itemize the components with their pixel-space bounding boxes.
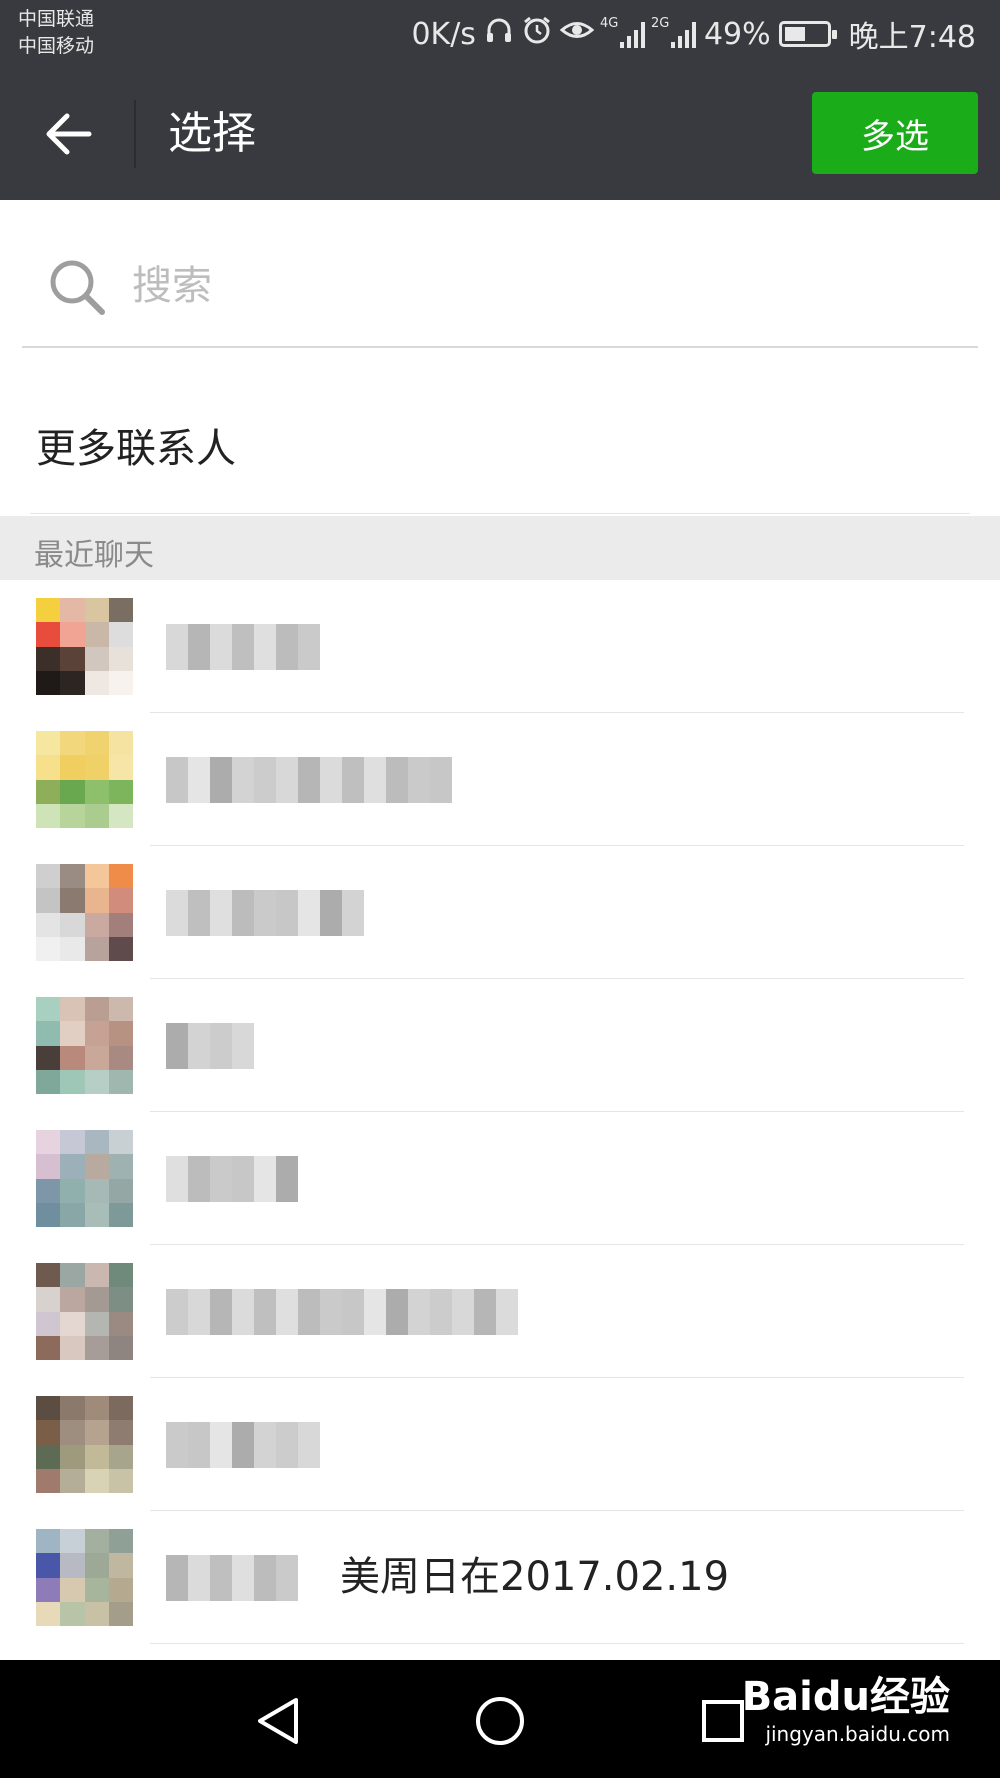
avatar: [36, 1529, 133, 1626]
battery-percent: 49%: [703, 16, 771, 52]
avatar: [36, 1263, 133, 1360]
network-type-1: 4G: [599, 16, 619, 31]
pixelated-name-mask: [166, 1289, 518, 1335]
search-icon: [48, 258, 106, 320]
pixelated-name-mask: [166, 624, 320, 670]
battery-icon: [778, 21, 837, 47]
eye-icon: [559, 15, 595, 53]
chat-name: 美周日在2017.02.19: [166, 1551, 729, 1603]
watermark-sub: jingyan.baidu.com: [765, 1722, 950, 1746]
chat-list-item[interactable]: [0, 1112, 1000, 1245]
divider: [30, 513, 970, 514]
network-speed: 0K/s: [411, 16, 476, 52]
avatar: [36, 1396, 133, 1493]
clock: 晚上7:48: [848, 20, 976, 55]
avatar: [36, 731, 133, 828]
chat-list-item[interactable]: [0, 580, 1000, 713]
alarm-icon: [522, 15, 552, 53]
carrier-2: 中国移动: [18, 35, 95, 57]
headphones-icon: [484, 15, 514, 53]
page-title: 选择: [168, 108, 256, 159]
chat-list-item[interactable]: [0, 846, 1000, 979]
multi-select-button[interactable]: 多选: [812, 92, 978, 174]
avatar: [36, 997, 133, 1094]
chat-list-item[interactable]: [0, 713, 1000, 846]
chat-list-item[interactable]: [0, 979, 1000, 1112]
search-input[interactable]: [132, 250, 932, 322]
pixelated-name-mask: [166, 890, 364, 936]
carrier-info: 中国联通 中国移动: [18, 6, 94, 60]
pixelated-name-mask: [166, 1023, 254, 1069]
avatar: [36, 864, 133, 961]
pixelated-name-mask: [166, 1156, 298, 1202]
title-divider: [134, 100, 136, 168]
recent-chats-header: 最近聊天: [0, 516, 1000, 580]
back-triangle-icon[interactable]: [250, 1694, 310, 1748]
pixelated-name-mask: [166, 757, 452, 803]
signal-4g-icon: 4G: [600, 16, 645, 48]
network-type-2: 2G: [650, 16, 670, 31]
more-contacts-item[interactable]: 更多联系人: [0, 380, 1000, 514]
baidu-watermark: Baidu经验 jingyan.baidu.com: [742, 1672, 950, 1746]
home-circle-icon[interactable]: [470, 1694, 530, 1748]
navigation-bar: Baidu经验 jingyan.baidu.com: [0, 1660, 1000, 1778]
carrier-1: 中国联通: [18, 8, 95, 30]
chat-list-item[interactable]: 美周日在2017.02.19: [0, 1511, 1000, 1644]
back-arrow-icon: [46, 113, 92, 155]
chat-list-item[interactable]: [0, 1378, 1000, 1511]
divider: [150, 1643, 964, 1644]
chat-list: 美周日在2017.02.19: [0, 580, 1000, 1644]
recent-chats-label: 最近聊天: [34, 538, 154, 573]
watermark-main: Baidu经验: [741, 1674, 950, 1720]
status-icons: 0K/s 4G 2G 49% 晚上7:48: [411, 12, 976, 56]
pixelated-name-mask: [166, 1422, 320, 1468]
battery-fill: [784, 27, 805, 41]
search-bar: [22, 228, 978, 348]
back-button[interactable]: [30, 98, 106, 170]
avatar: [36, 598, 133, 695]
avatar: [36, 1130, 133, 1227]
title-bar: 选择 多选: [0, 68, 1000, 200]
status-bar: 中国联通 中国移动 0K/s 4G 2G 49% 晚上7:48: [0, 0, 1000, 68]
chat-name-text: 美周日在2017.02.19: [340, 1554, 730, 1600]
signal-2g-icon: 2G: [651, 16, 696, 48]
more-contacts-label: 更多联系人: [36, 426, 236, 472]
chat-list-item[interactable]: [0, 1245, 1000, 1378]
pixelated-name-mask: [166, 1555, 298, 1601]
